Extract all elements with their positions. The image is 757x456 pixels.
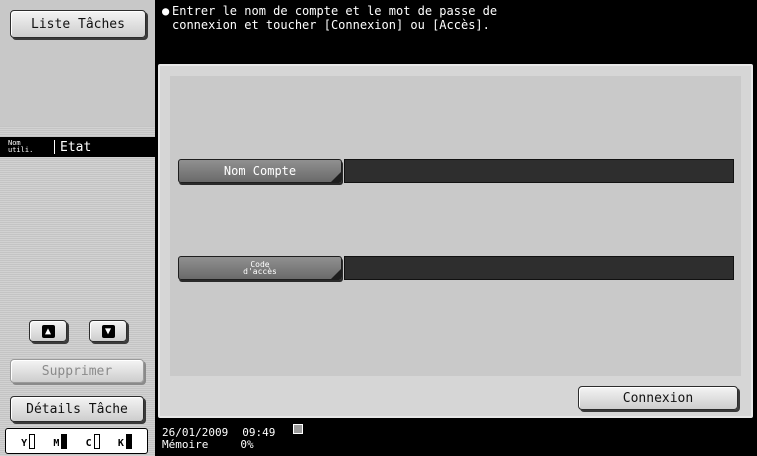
status-bar: 26/01/2009 09:49 Mémoire 0% xyxy=(158,422,753,456)
password-label: Code d'accès xyxy=(243,260,277,276)
memory-label: Mémoire xyxy=(162,438,209,451)
toner-letter: Y xyxy=(21,437,28,449)
instruction-line-2: connexion et toucher [Connexion] ou [Acc… xyxy=(172,18,490,32)
network-status-icon xyxy=(293,424,304,434)
instruction-message: ● Entrer le nom de compte et le mot de pa… xyxy=(158,4,753,62)
account-name-field[interactable] xyxy=(344,159,734,183)
column-status-label: Etat xyxy=(60,139,92,155)
job-list-column-header: Nom utili. Etat xyxy=(0,137,155,157)
toner-level-bar xyxy=(61,433,68,449)
arrow-down-icon: ▼ xyxy=(101,324,115,338)
account-name-button[interactable]: Nom Compte xyxy=(178,159,342,183)
arrow-up-icon: ▲ xyxy=(41,324,55,338)
delete-button[interactable]: Supprimer xyxy=(10,359,144,383)
login-panel: Nom Compte Code d'accès Connexion xyxy=(158,64,753,418)
column-user-name-label: Nom utili. xyxy=(8,139,34,154)
toner-level-bar xyxy=(125,433,132,449)
instruction-line-1: Entrer le nom de compte et le mot de pas… xyxy=(172,4,498,18)
login-form-area xyxy=(170,76,741,376)
toner-m: M xyxy=(53,433,68,449)
login-button[interactable]: Connexion xyxy=(578,386,738,410)
hint-bulb-icon: ● xyxy=(162,4,170,18)
toner-letter: C xyxy=(85,437,92,449)
toner-level-bar xyxy=(93,433,100,449)
password-field[interactable] xyxy=(344,256,734,280)
toner-c: C xyxy=(85,433,100,449)
password-button[interactable]: Code d'accès xyxy=(178,256,342,280)
account-name-label: Nom Compte xyxy=(223,164,297,178)
job-details-button[interactable]: Détails Tâche xyxy=(10,396,144,422)
toner-y: Y xyxy=(21,433,36,449)
toner-letter: M xyxy=(53,437,60,449)
left-panel: Liste Tâches Nom utili. Etat ▲ ▼ Supprim… xyxy=(0,0,155,456)
scroll-up-button[interactable]: ▲ xyxy=(29,320,67,342)
toner-letter: K xyxy=(117,437,124,449)
job-list-button[interactable]: Liste Tâches xyxy=(10,10,146,38)
toner-level-bar xyxy=(29,433,36,449)
scroll-down-button[interactable]: ▼ xyxy=(89,320,127,342)
memory-value: 0% xyxy=(240,438,254,451)
toner-level-indicator: YMCK xyxy=(5,428,148,454)
toner-k: K xyxy=(117,433,132,449)
